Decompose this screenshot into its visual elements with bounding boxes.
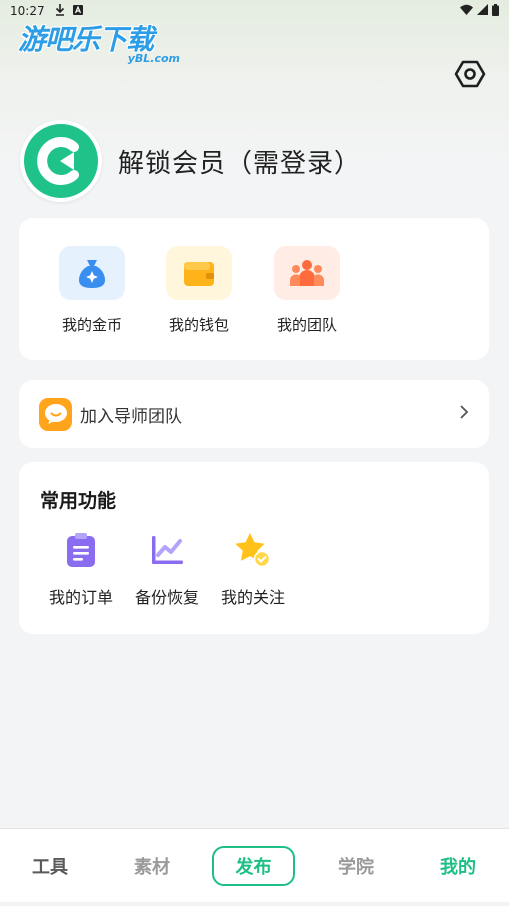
team-icon	[274, 246, 340, 300]
watermark-logo: 游吧乐下载 yBL.com	[18, 18, 188, 70]
chat-smile-icon	[39, 397, 72, 431]
signal-icon	[477, 4, 488, 18]
chevron-right-icon	[459, 404, 469, 424]
my-team-button[interactable]: 我的团队	[267, 246, 347, 335]
bottom-tab-bar: 工具 素材 发布 学院 我的	[0, 828, 509, 902]
tab-mine[interactable]: 我的	[418, 846, 498, 886]
wallet-icon	[166, 246, 232, 300]
wallet-item-label: 我的钱包	[168, 316, 229, 334]
app-logo-icon	[24, 124, 98, 198]
star-check-icon	[233, 530, 273, 570]
wallet-card: 我的金币 我的钱包 我的团队	[19, 218, 489, 360]
tab-materials[interactable]: 素材	[112, 846, 192, 886]
tab-publish[interactable]: 发布	[212, 846, 295, 886]
my-follows-button[interactable]: 我的关注	[213, 530, 293, 608]
login-prompt-label[interactable]: 解锁会员（需登录）	[118, 143, 361, 180]
download-icon	[55, 3, 65, 19]
profile-section[interactable]: 解锁会员（需登录）	[20, 120, 361, 202]
tab-tools[interactable]: 工具	[10, 846, 90, 886]
join-mentor-team-row[interactable]: 加入导师团队	[19, 380, 489, 448]
status-time: 10:27	[10, 4, 45, 18]
watermark-site: yBL.com	[127, 52, 180, 65]
wallet-item-label: 我的金币	[61, 316, 122, 334]
avatar[interactable]	[20, 120, 102, 202]
join-mentor-team-label: 加入导师团队	[80, 406, 182, 427]
tab-academy[interactable]: 学院	[316, 846, 396, 886]
order-clipboard-icon	[61, 530, 101, 570]
function-item-label: 我的订单	[48, 588, 113, 607]
wallet-item-label: 我的团队	[276, 316, 337, 334]
a-icon	[72, 4, 83, 18]
home-indicator	[0, 902, 509, 906]
settings-hexagon-icon	[454, 60, 486, 88]
battery-icon	[492, 3, 499, 19]
coin-bag-icon	[59, 246, 125, 300]
function-item-label: 备份恢复	[134, 588, 199, 607]
function-item-label: 我的关注	[220, 588, 285, 607]
my-wallet-button[interactable]: 我的钱包	[159, 246, 239, 335]
common-functions-title: 常用功能	[40, 490, 117, 512]
my-coins-button[interactable]: 我的金币	[52, 246, 132, 335]
common-functions-card: 常用功能 我的订单 备份恢复 我的关注	[19, 462, 489, 634]
backup-restore-button[interactable]: 备份恢复	[127, 530, 207, 608]
my-orders-button[interactable]: 我的订单	[41, 530, 121, 608]
wifi-icon	[460, 4, 473, 18]
backup-chart-icon	[147, 530, 187, 570]
settings-button[interactable]	[452, 56, 488, 92]
